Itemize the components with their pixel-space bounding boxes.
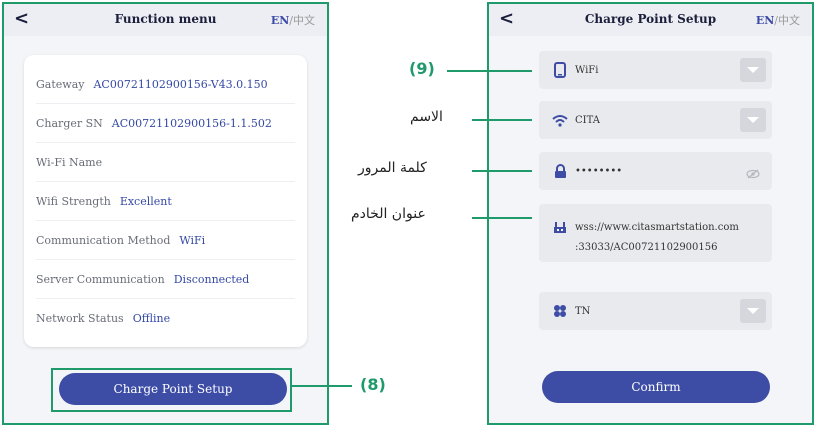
ssid-select[interactable]: CITA [539, 101, 772, 139]
callout-line-9 [447, 70, 532, 72]
info-value: Excellent [119, 194, 172, 208]
country-value: TN [575, 305, 591, 317]
country-select[interactable]: TN [539, 292, 772, 330]
language-switch[interactable]: EN/中文 [271, 12, 315, 28]
info-key: Wi-Fi Name [36, 155, 103, 169]
callout-line-server [472, 217, 532, 219]
info-key: Wifi Strength [36, 194, 111, 208]
chevron-down-icon[interactable] [740, 108, 766, 132]
info-value: Offline [132, 311, 171, 325]
confirm-button[interactable]: Confirm [542, 371, 770, 403]
lang-en[interactable]: EN [756, 14, 774, 27]
top-bar: < Charge Point Setup EN/中文 [489, 4, 812, 36]
password-field[interactable]: •••••••• [539, 152, 772, 190]
highlight-box-8 [51, 368, 292, 412]
server-url-line-2: :33033/AC00721102900156 [575, 242, 718, 253]
server-url-value: wss://www.citasmartstation.com :33033/AC0… [575, 218, 739, 258]
password-value: •••••••• [575, 165, 623, 177]
info-key: Communication Method [36, 233, 171, 247]
info-key: Network Status [36, 311, 124, 325]
info-row-wifi-name: Wi-Fi Name [36, 143, 295, 182]
chevron-down-icon[interactable] [740, 58, 766, 82]
server-url-field[interactable]: wss://www.citasmartstation.com :33033/AC0… [539, 204, 772, 262]
lock-icon [545, 163, 575, 179]
info-row-gateway: Gateway AC00721102900156-V43.0.150 [36, 65, 295, 104]
lang-en[interactable]: EN [271, 14, 289, 27]
info-key: Charger SN [36, 116, 103, 130]
lang-zh[interactable]: 中文 [778, 14, 800, 27]
wifi-icon [545, 114, 575, 127]
info-value: AC00721102900156-1.1.502 [111, 116, 272, 130]
info-card: Gateway AC00721102900156-V43.0.150 Charg… [24, 55, 307, 347]
info-row-wifi-strength: Wifi Strength Excellent [36, 182, 295, 221]
info-row-communication-method: Communication Method WiFi [36, 221, 295, 260]
info-row-network-status: Network Status Offline [36, 299, 295, 337]
server-url-line-1: wss://www.citasmartstation.com [575, 222, 739, 233]
function-menu-screen: < Function menu EN/中文 Gateway AC00721102… [2, 2, 329, 425]
server-icon [545, 220, 575, 234]
callout-name: الاسم [410, 109, 443, 125]
phone-icon [545, 62, 575, 78]
charge-point-setup-screen: < Charge Point Setup EN/中文 WiFi CITA •••… [487, 2, 814, 425]
lang-zh[interactable]: 中文 [293, 14, 315, 27]
callout-label-8: (8) [360, 375, 386, 394]
callout-line-8 [290, 385, 352, 387]
info-key: Server Communication [36, 272, 165, 286]
callout-password: كلمة المرور [358, 160, 427, 176]
info-row-charger-sn: Charger SN AC00721102900156-1.1.502 [36, 104, 295, 143]
chevron-down-icon[interactable] [740, 299, 766, 323]
callout-server: عنوان الخادم [351, 206, 426, 222]
info-value: AC00721102900156-V43.0.150 [93, 77, 268, 91]
info-row-server-communication: Server Communication Disconnected [36, 260, 295, 299]
info-key: Gateway [36, 77, 85, 91]
callout-line-name [472, 119, 532, 121]
mode-select[interactable]: WiFi [539, 51, 772, 89]
language-switch[interactable]: EN/中文 [756, 12, 800, 28]
ssid-value: CITA [575, 114, 600, 126]
info-value: Disconnected [173, 272, 250, 286]
callout-label-9: (9) [409, 59, 435, 78]
mode-value: WiFi [575, 64, 599, 76]
info-value: WiFi [179, 233, 206, 247]
top-bar: < Function menu EN/中文 [4, 4, 327, 36]
eye-off-icon[interactable] [746, 164, 760, 183]
flag-icon [545, 304, 575, 318]
callout-line-password [472, 170, 532, 172]
